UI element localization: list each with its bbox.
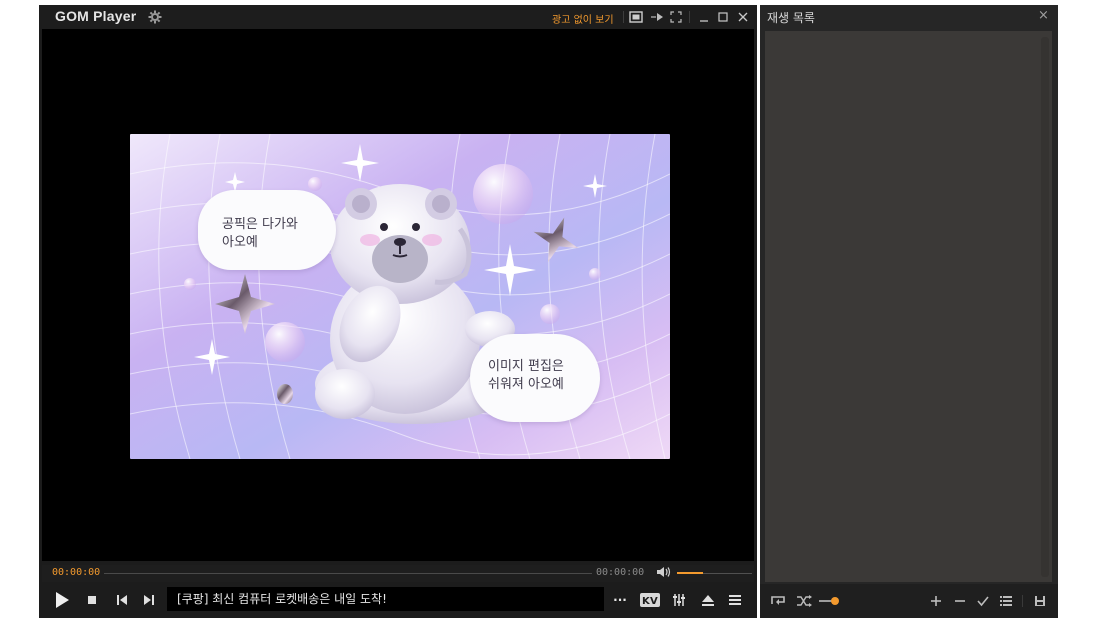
app-logo: GOM Player: [55, 8, 137, 24]
pip-icon[interactable]: [650, 9, 664, 25]
playlist-volume-slider[interactable]: [818, 591, 842, 611]
ad-free-badge-icon[interactable]: [629, 9, 643, 25]
stop-button[interactable]: [85, 590, 99, 610]
shuffle-icon[interactable]: [794, 591, 814, 611]
kv-mode-icon[interactable]: KV: [639, 590, 661, 610]
seek-bar-row: 00:00:00 00:00:00: [42, 565, 754, 582]
playlist-toolbar: [760, 584, 1058, 618]
repeat-icon[interactable]: [768, 591, 788, 611]
fullscreen-icon[interactable]: [669, 9, 683, 25]
title-bar[interactable]: GOM Player 광고 없이 보기: [39, 5, 757, 29]
speech-bubble-text: 이미지 편집은 쉬워져 아오예: [488, 359, 564, 392]
eject-icon[interactable]: [700, 590, 716, 610]
more-button[interactable]: ···: [611, 590, 629, 610]
speech-bubble-right: 이미지 편집은 쉬워져 아오예: [470, 334, 600, 422]
ad-video-frame[interactable]: 공픽은 다가와 아오예 이미지 편집은 쉬워져 아오예: [130, 134, 670, 459]
minimize-icon[interactable]: [697, 9, 711, 25]
playlist-panel: 재생 목록 ×: [760, 5, 1058, 618]
volume-icon[interactable]: [656, 566, 672, 581]
player-window: GOM Player 광고 없이 보기 공픽은 다가와 아오예 이미지 편집은 …: [39, 5, 757, 618]
add-icon[interactable]: [928, 591, 944, 611]
previous-button[interactable]: [115, 590, 129, 610]
speech-bubble-text: 공픽은 다가와 아오예: [222, 217, 298, 250]
save-list-icon[interactable]: [1032, 591, 1048, 611]
control-bar: [쿠팡] 최신 컴퓨터 로켓배송은 내일 도착! ··· KV: [39, 584, 757, 618]
divider: [1022, 595, 1023, 607]
gear-icon[interactable]: [148, 10, 162, 24]
current-time: 00:00:00: [52, 567, 101, 578]
playlist-list[interactable]: [765, 31, 1052, 582]
play-button[interactable]: [53, 590, 71, 610]
speech-bubble-left: 공픽은 다가와 아오예: [198, 190, 336, 270]
video-area[interactable]: 공픽은 다가와 아오예 이미지 편집은 쉬워져 아오예: [42, 29, 754, 561]
equalizer-icon[interactable]: [671, 590, 687, 610]
remove-icon[interactable]: [952, 591, 968, 611]
ad-free-link[interactable]: 광고 없이 보기: [552, 11, 614, 26]
ad-illustration: [130, 134, 670, 459]
list-icon[interactable]: [998, 591, 1014, 611]
check-icon[interactable]: [975, 591, 991, 611]
close-icon[interactable]: ×: [1038, 8, 1049, 23]
ad-ticker[interactable]: [쿠팡] 최신 컴퓨터 로켓배송은 내일 도착!: [167, 587, 604, 611]
divider: [623, 11, 624, 23]
close-icon[interactable]: [736, 9, 750, 25]
menu-icon[interactable]: [727, 590, 743, 610]
divider: [689, 11, 690, 23]
total-time: 00:00:00: [596, 567, 645, 578]
playlist-scrollbar[interactable]: [1041, 37, 1049, 577]
seek-slider[interactable]: [104, 573, 592, 574]
maximize-icon[interactable]: [716, 9, 730, 25]
volume-level: [677, 572, 703, 574]
next-button[interactable]: [142, 590, 156, 610]
svg-text:V: V: [650, 596, 658, 607]
playlist-title: 재생 목록: [767, 11, 815, 25]
